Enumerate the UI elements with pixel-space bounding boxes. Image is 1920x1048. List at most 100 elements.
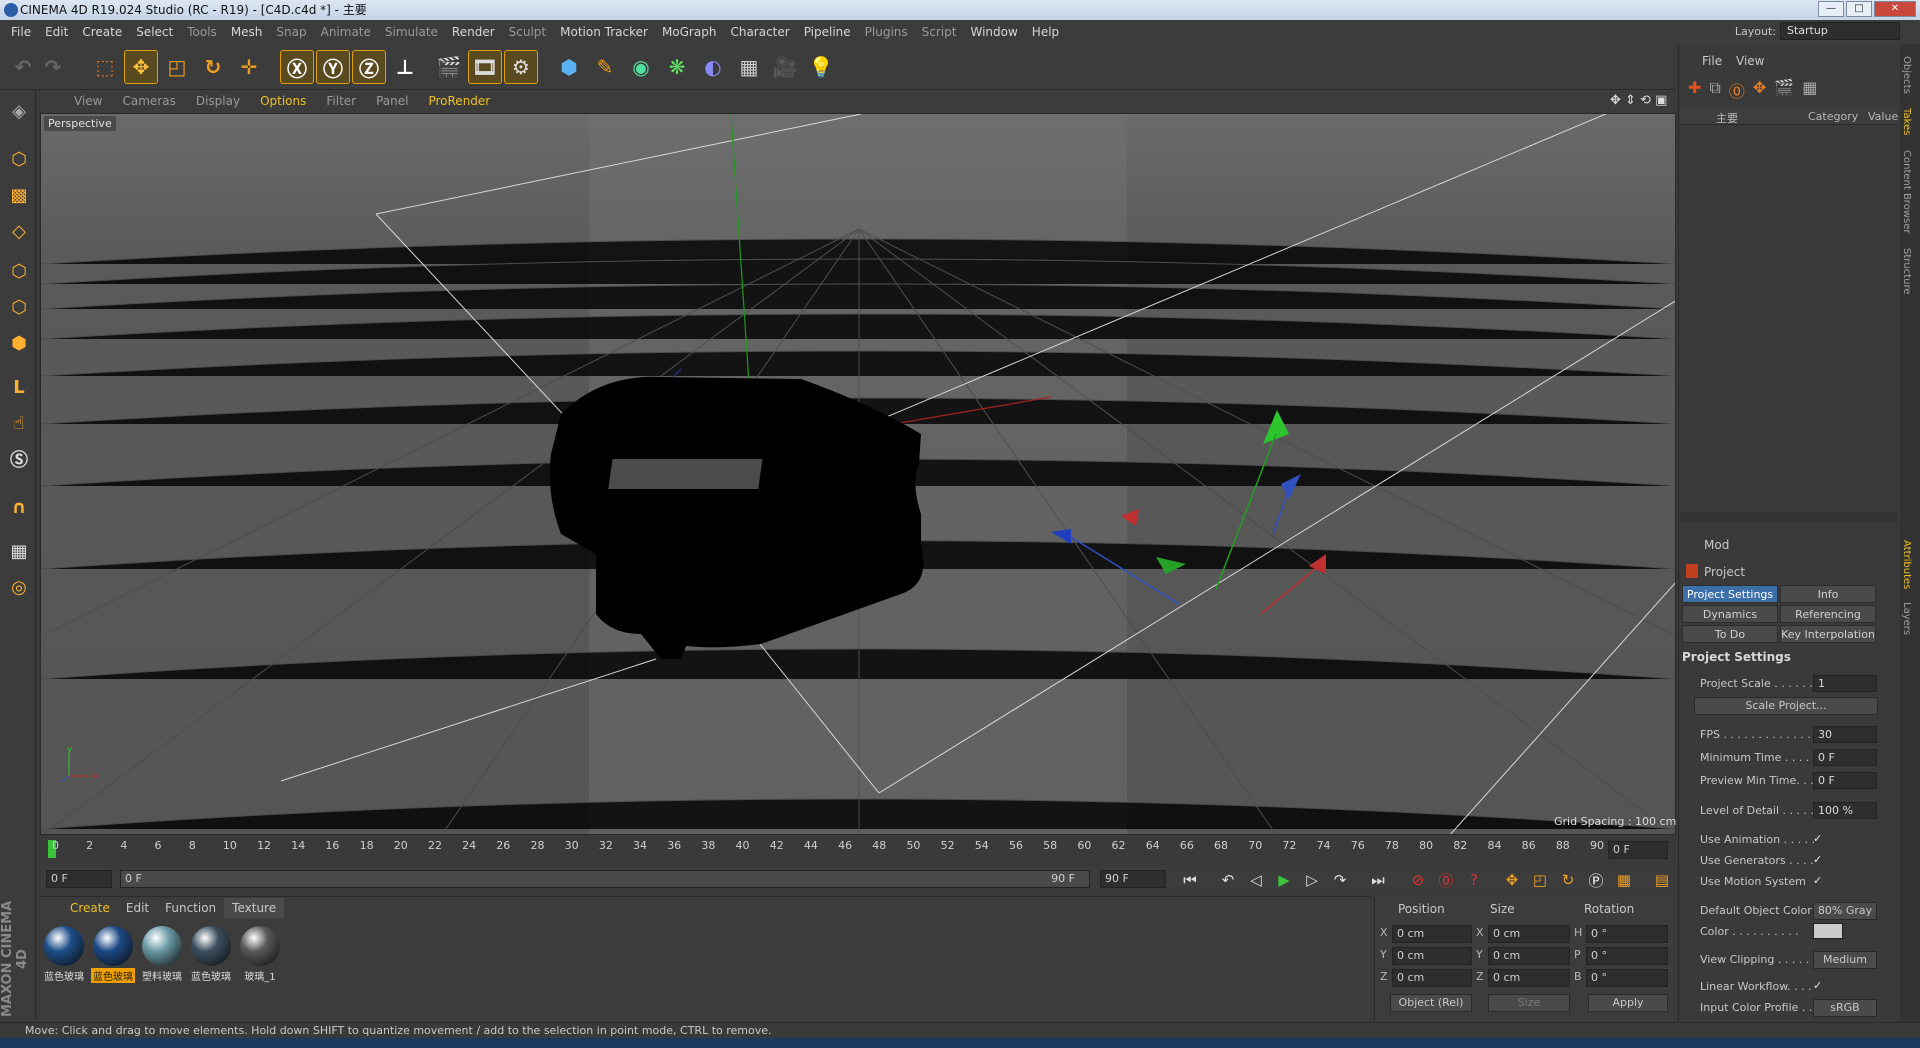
side-tab-layers[interactable]: Layers [1901, 602, 1912, 635]
timeline-window-icon[interactable]: ▤ [1650, 869, 1674, 891]
undo-icon[interactable]: ↶ [6, 50, 40, 84]
rotation-field[interactable]: 0 ° [1586, 925, 1668, 943]
key-pla-icon[interactable]: ▦ [1612, 869, 1636, 891]
key-parameter-icon[interactable]: Ⓟ [1584, 869, 1608, 891]
auto-take-icon[interactable]: ✥ [1753, 78, 1766, 102]
menu-window[interactable]: Window [963, 25, 1024, 39]
rotate-tool-icon[interactable]: ↻ [196, 50, 230, 84]
objects-menu-file[interactable]: File [1702, 54, 1722, 68]
override-icon[interactable]: ⓪ [1729, 78, 1745, 102]
autokeying-icon[interactable]: ⓪ [1434, 869, 1458, 891]
scale-tool-icon[interactable]: ◰ [160, 50, 194, 84]
takes-clone-icon[interactable]: ⧉ [1709, 78, 1720, 102]
menu-mograph[interactable]: MoGraph [655, 25, 724, 39]
input-color-profile-dropdown[interactable]: sRGB [1813, 999, 1877, 1017]
polygons-mode-icon[interactable]: ⬢ [4, 328, 34, 358]
perspective-viewport[interactable]: y x [40, 113, 1676, 835]
maximize-button[interactable]: □ [1846, 1, 1872, 17]
edges-mode-icon[interactable]: ⬡ [4, 292, 34, 322]
light-icon[interactable]: 💡 [804, 50, 838, 84]
tab-key-interpolation[interactable]: Key Interpolation [1780, 625, 1876, 643]
tab-dynamics[interactable]: Dynamics [1682, 605, 1778, 623]
coordinate-mode-dropdown[interactable]: Object (Rel) [1390, 994, 1472, 1012]
points-mode-icon[interactable]: ⬡ [4, 256, 34, 286]
attributes-mode-menu[interactable]: Mod [1704, 538, 1729, 552]
project-scale-field[interactable]: 1 [1813, 675, 1877, 692]
model-mode-icon[interactable]: ⬡ [4, 144, 34, 174]
viewport-menu-prorender[interactable]: ProRender [418, 94, 500, 108]
deformer-icon[interactable]: ◐ [696, 50, 730, 84]
tab-referencing[interactable]: Referencing [1780, 605, 1876, 623]
end-frame-field[interactable]: 90 F [1100, 870, 1166, 888]
menu-mesh[interactable]: Mesh [224, 25, 270, 39]
menu-snap[interactable]: Snap [269, 25, 313, 39]
tab-to-do[interactable]: To Do [1682, 625, 1778, 643]
size-field[interactable]: 0 cm [1488, 947, 1570, 965]
side-tab-content-browser[interactable]: Content Browser [1901, 150, 1912, 233]
objects-menu-view[interactable]: View [1736, 54, 1764, 68]
menu-character[interactable]: Character [723, 25, 796, 39]
tab-info[interactable]: Info [1780, 585, 1876, 603]
tweak-mode-icon[interactable]: ☝ [4, 408, 34, 438]
viewport-menu-cameras[interactable]: Cameras [112, 94, 185, 108]
cube-object-icon[interactable]: ⬢ [552, 50, 586, 84]
subdivision-surface-icon[interactable]: ◉ [624, 50, 658, 84]
preview-min-time-field[interactable]: 0 F [1813, 772, 1877, 789]
use-animation-checkbox[interactable]: ✓ [1813, 832, 1822, 845]
use-motion-system-checkbox[interactable]: ✓ [1813, 874, 1822, 887]
preview-range-slider[interactable]: 0 F 90 F [120, 870, 1090, 888]
camera-icon[interactable]: 🎥 [768, 50, 802, 84]
material-menu-function[interactable]: Function [157, 898, 224, 918]
menu-file[interactable]: File [4, 25, 38, 39]
material-swatch[interactable]: 蓝色玻璃 [42, 926, 86, 986]
key-rotation-icon[interactable]: ↻ [1556, 869, 1580, 891]
record-keys-icon[interactable]: ⊘ [1406, 869, 1430, 891]
menu-select[interactable]: Select [129, 25, 180, 39]
key-scale-icon[interactable]: ◰ [1528, 869, 1552, 891]
snap-icon[interactable]: ∩ [4, 492, 34, 522]
menu-plugins[interactable]: Plugins [858, 25, 915, 39]
menu-script[interactable]: Script [915, 25, 964, 39]
render-picture-viewer-icon[interactable]: 🎞 [468, 50, 502, 84]
default-object-color-dropdown[interactable]: 80% Gray [1813, 902, 1877, 920]
previous-frame-icon[interactable]: ◁ [1244, 869, 1268, 891]
material-swatch[interactable]: 蓝色玻璃 [91, 926, 135, 986]
next-frame-icon[interactable]: ▷ [1300, 869, 1324, 891]
material-swatch[interactable]: 蓝色玻璃 [189, 926, 233, 986]
solo-mode-icon[interactable]: Ⓢ [4, 444, 34, 474]
key-position-icon[interactable]: ✥ [1500, 869, 1524, 891]
viewport-menu-options[interactable]: Options [250, 94, 316, 108]
coordinate-system-icon[interactable]: ⊥ [388, 50, 422, 84]
y-axis-lock-icon[interactable]: Ⓨ [316, 50, 350, 84]
current-frame-field[interactable]: 0 F [1608, 841, 1668, 859]
size-mode-dropdown[interactable]: Size [1488, 994, 1570, 1012]
material-menu-create[interactable]: Create [62, 898, 118, 918]
select-tool-icon[interactable]: ⬚ [88, 50, 122, 84]
viewport-menu-view[interactable]: View [64, 94, 112, 108]
position-field[interactable]: 0 cm [1392, 925, 1472, 943]
previous-key-icon[interactable]: ↶ [1216, 869, 1240, 891]
scale-project-button[interactable]: Scale Project... [1694, 697, 1878, 715]
material-menu-edit[interactable]: Edit [118, 898, 157, 918]
play-icon[interactable]: ▶ [1272, 869, 1296, 891]
texture-mode-icon[interactable]: ▩ [4, 180, 34, 210]
workplane-mode-icon[interactable]: ◇ [4, 216, 34, 246]
cloner-icon[interactable]: ❋ [660, 50, 694, 84]
planar-workplane-icon[interactable]: ◎ [4, 572, 34, 602]
view-clipping-dropdown[interactable]: Medium [1813, 951, 1877, 969]
make-editable-icon[interactable]: ◈ [4, 96, 34, 126]
viewport-menu-panel[interactable]: Panel [366, 94, 418, 108]
close-button[interactable]: ✕ [1874, 1, 1916, 17]
layout-dropdown[interactable]: Startup [1780, 22, 1900, 40]
move-tool-icon[interactable]: ✥ [124, 50, 158, 84]
axis-mode-icon[interactable]: L [4, 372, 34, 402]
side-tab-attributes[interactable]: Attributes [1901, 540, 1912, 589]
rotation-field[interactable]: 0 ° [1586, 969, 1668, 987]
menu-sculpt[interactable]: Sculpt [502, 25, 553, 39]
workplane-lock-icon[interactable]: ▦ [4, 536, 34, 566]
position-field[interactable]: 0 cm [1392, 969, 1472, 987]
viewport-navigation-icons[interactable]: ✥ ⇕ ⟲ ▣ [1610, 93, 1667, 108]
side-tab-takes[interactable]: Takes [1901, 108, 1912, 135]
apply-button[interactable]: Apply [1588, 994, 1668, 1012]
menu-edit[interactable]: Edit [38, 25, 75, 39]
